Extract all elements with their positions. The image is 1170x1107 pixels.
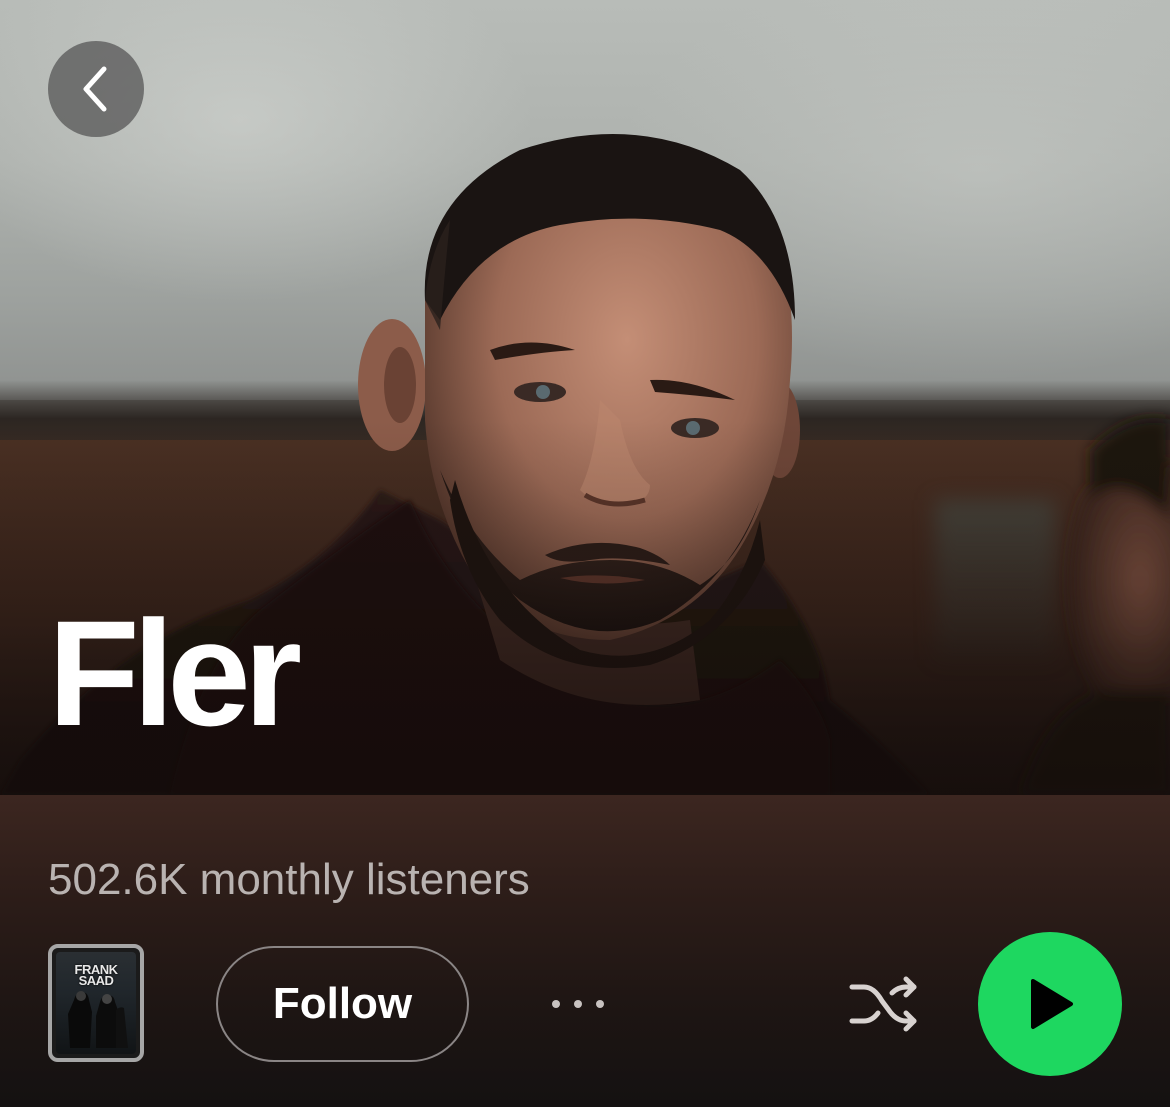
- artist-hero-image: Fler: [0, 0, 1170, 795]
- artist-action-panel: [0, 795, 1170, 1107]
- follow-button[interactable]: Follow: [216, 946, 469, 1062]
- shuffle-icon: [849, 976, 917, 1032]
- play-icon: [1031, 979, 1073, 1029]
- monthly-listeners: 502.6K monthly listeners: [48, 855, 530, 904]
- featured-release-cover[interactable]: FRANK SAAD: [48, 944, 144, 1062]
- shuffle-button[interactable]: [844, 972, 924, 1036]
- artist-name: Fler: [48, 589, 302, 757]
- play-button[interactable]: [978, 932, 1122, 1076]
- more-options-button[interactable]: [540, 980, 616, 1028]
- cover-art: [68, 991, 128, 1048]
- back-button[interactable]: [48, 41, 144, 137]
- artist-page: Fler 502.6K monthly listeners FRANK SAAD…: [0, 0, 1170, 1107]
- more-horizontal-icon: [552, 1000, 604, 1008]
- chevron-left-icon: [83, 66, 107, 112]
